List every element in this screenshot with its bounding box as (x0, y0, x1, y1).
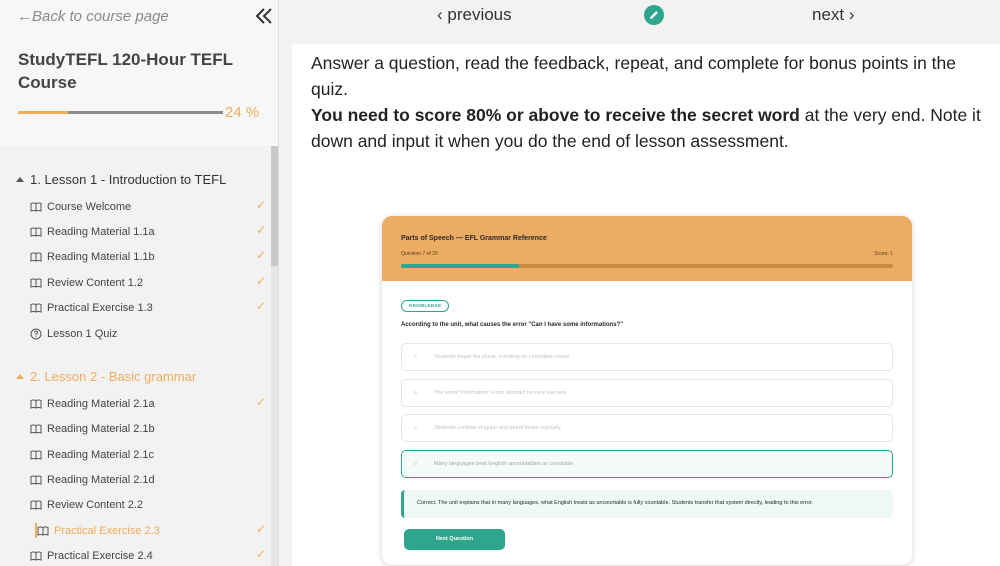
sidebar-item-label: Reading Material 1.1a (47, 226, 155, 238)
sidebar-item-label: Reading Material 2.1c (47, 449, 155, 461)
lesson-list: 1. Lesson 1 - Introduction to TEFL Course… (0, 146, 270, 566)
lesson-header-1[interactable]: 1. Lesson 1 - Introduction to TEFL (16, 172, 226, 187)
book-icon (30, 251, 42, 263)
sidebar-item-label: Reading Material 2.1b (47, 423, 155, 435)
quiz-progress-bar (401, 264, 893, 268)
book-icon (30, 277, 42, 289)
sidebar-item-label: Reading Material 2.1a (47, 398, 155, 410)
quiz-title: Parts of Speech — EFL Grammar Reference (401, 235, 547, 242)
lesson-title: 2. Lesson 2 - Basic grammar (30, 369, 197, 384)
lesson-navigation-bar: ‹ previous next › (279, 0, 1000, 32)
course-progress-bar (18, 111, 223, 114)
answer-option-b[interactable]: B The word "information" is too abstract… (401, 379, 893, 407)
option-text: Many languages treat English uncountable… (434, 461, 574, 467)
book-icon (30, 201, 42, 213)
course-title: StudyTEFL 120-Hour TEFL Course (18, 50, 233, 92)
sidebar-item[interactable]: Review Content 2.2 (30, 495, 266, 515)
sidebar-item-label: Practical Exercise 2.3 (54, 525, 160, 537)
quiz-instructions: Answer a question, read the feedback, re… (311, 50, 986, 154)
quiz-score: Score: 1 (874, 251, 893, 257)
complete-check-icon: ✓ (255, 198, 266, 212)
sidebar-item[interactable]: Lesson 1 Quiz (30, 324, 266, 344)
book-icon (37, 525, 49, 537)
course-progress-fill (18, 111, 68, 114)
complete-check-icon: ✓ (255, 299, 266, 313)
option-text: Students confuse singular and plural for… (434, 425, 561, 431)
edit-pencil-icon[interactable] (644, 5, 664, 25)
sidebar-item[interactable]: Reading Material 2.1c (30, 445, 266, 465)
quiz-progress-fill (401, 264, 520, 268)
book-icon (30, 474, 42, 486)
sidebar-item-label: Reading Material 2.1d (47, 474, 155, 486)
question-circle-icon (30, 328, 42, 340)
answer-option-a[interactable]: A Students forget the plural -s ending o… (401, 343, 893, 371)
book-icon (30, 423, 42, 435)
book-icon (30, 226, 42, 238)
content-gap (279, 32, 1000, 44)
sidebar-item[interactable]: Reading Material 1.1a ✓ (30, 222, 266, 242)
option-letter: D (414, 461, 418, 466)
book-icon (30, 302, 42, 314)
book-icon (30, 550, 42, 562)
answer-option-c[interactable]: C Students confuse singular and plural f… (401, 414, 893, 442)
sidebar-item-label: Practical Exercise 2.4 (47, 550, 153, 562)
complete-check-icon: ✓ (255, 547, 266, 561)
sidebar-item[interactable]: Practical Exercise 1.3 ✓ (30, 298, 266, 318)
feedback-text: Correct. The unit explains that in many … (417, 500, 814, 506)
sidebar-scrollbar[interactable] (271, 146, 278, 566)
lesson-title: 1. Lesson 1 - Introduction to TEFL (30, 172, 227, 187)
sidebar-item-label: Review Content 1.2 (47, 277, 143, 289)
complete-check-icon: ✓ (255, 223, 266, 237)
option-letter: A (414, 354, 418, 359)
instructions-bold: You need to score 80% or above to receiv… (311, 105, 800, 125)
complete-check-icon: ✓ (255, 248, 266, 262)
expand-triangle-icon (16, 177, 24, 182)
previous-button[interactable]: ‹ previous (437, 5, 512, 25)
sidebar-item-label: Course Welcome (47, 201, 132, 213)
sidebar-item-label: Review Content 2.2 (47, 499, 143, 511)
course-sidebar: ←Back to course page StudyTEFL 120-Hour … (0, 0, 279, 566)
sidebar-item[interactable]: Practical Exercise 2.3 ✓ (35, 521, 273, 541)
option-text: The word "information" is too abstract f… (434, 390, 567, 396)
question-text: According to the unit, what causes the e… (401, 322, 624, 328)
quiz-card-header: Parts of Speech — EFL Grammar Reference … (382, 216, 912, 281)
sidebar-item[interactable]: Review Content 1.2 ✓ (30, 273, 266, 293)
complete-check-icon: ✓ (255, 274, 266, 288)
option-letter: C (414, 425, 418, 430)
knowledge-tag: KNOWLEDGE (401, 300, 450, 312)
sidebar-item[interactable]: Reading Material 1.1b ✓ (30, 247, 266, 267)
sidebar-scrollbar-thumb[interactable] (271, 146, 278, 266)
sidebar-item[interactable]: Practical Exercise 2.4 ✓ (30, 546, 266, 566)
complete-check-icon: ✓ (255, 395, 266, 409)
option-letter: B (414, 390, 418, 395)
sidebar-item[interactable]: Course Welcome ✓ (30, 197, 266, 217)
back-to-course-link[interactable]: ←Back to course page (17, 8, 169, 25)
content-gutter (279, 32, 292, 566)
next-question-button[interactable]: Next Question (404, 529, 505, 550)
sidebar-item[interactable]: Reading Material 2.1a ✓ (30, 394, 266, 414)
sidebar-item[interactable]: Reading Material 2.1b (30, 419, 266, 439)
quiz-card: Parts of Speech — EFL Grammar Reference … (382, 216, 912, 565)
complete-check-icon: ✓ (255, 522, 266, 536)
sidebar-item[interactable]: Reading Material 2.1d (30, 470, 266, 490)
sidebar-header: ←Back to course page StudyTEFL 120-Hour … (0, 0, 278, 146)
question-counter: Question 7 of 29 (401, 251, 438, 257)
book-icon (30, 499, 42, 511)
book-icon (30, 449, 42, 461)
option-text: Students forget the plural -s ending on … (434, 354, 570, 360)
answer-feedback: Correct. The unit explains that in many … (401, 490, 893, 518)
answer-option-d[interactable]: D Many languages treat English uncountab… (401, 450, 893, 478)
book-icon (30, 398, 42, 410)
course-progress-label: 24 % (225, 104, 260, 121)
sidebar-item-label: Practical Exercise 1.3 (47, 302, 153, 314)
instructions-intro: Answer a question, read the feedback, re… (311, 53, 956, 99)
next-button[interactable]: next › (812, 5, 855, 25)
expand-triangle-icon (16, 374, 24, 379)
sidebar-item-label: Lesson 1 Quiz (47, 328, 118, 340)
sidebar-item-label: Reading Material 1.1b (47, 251, 155, 263)
lesson-header-2[interactable]: 2. Lesson 2 - Basic grammar (16, 369, 196, 384)
collapse-sidebar-icon[interactable] (254, 6, 274, 26)
